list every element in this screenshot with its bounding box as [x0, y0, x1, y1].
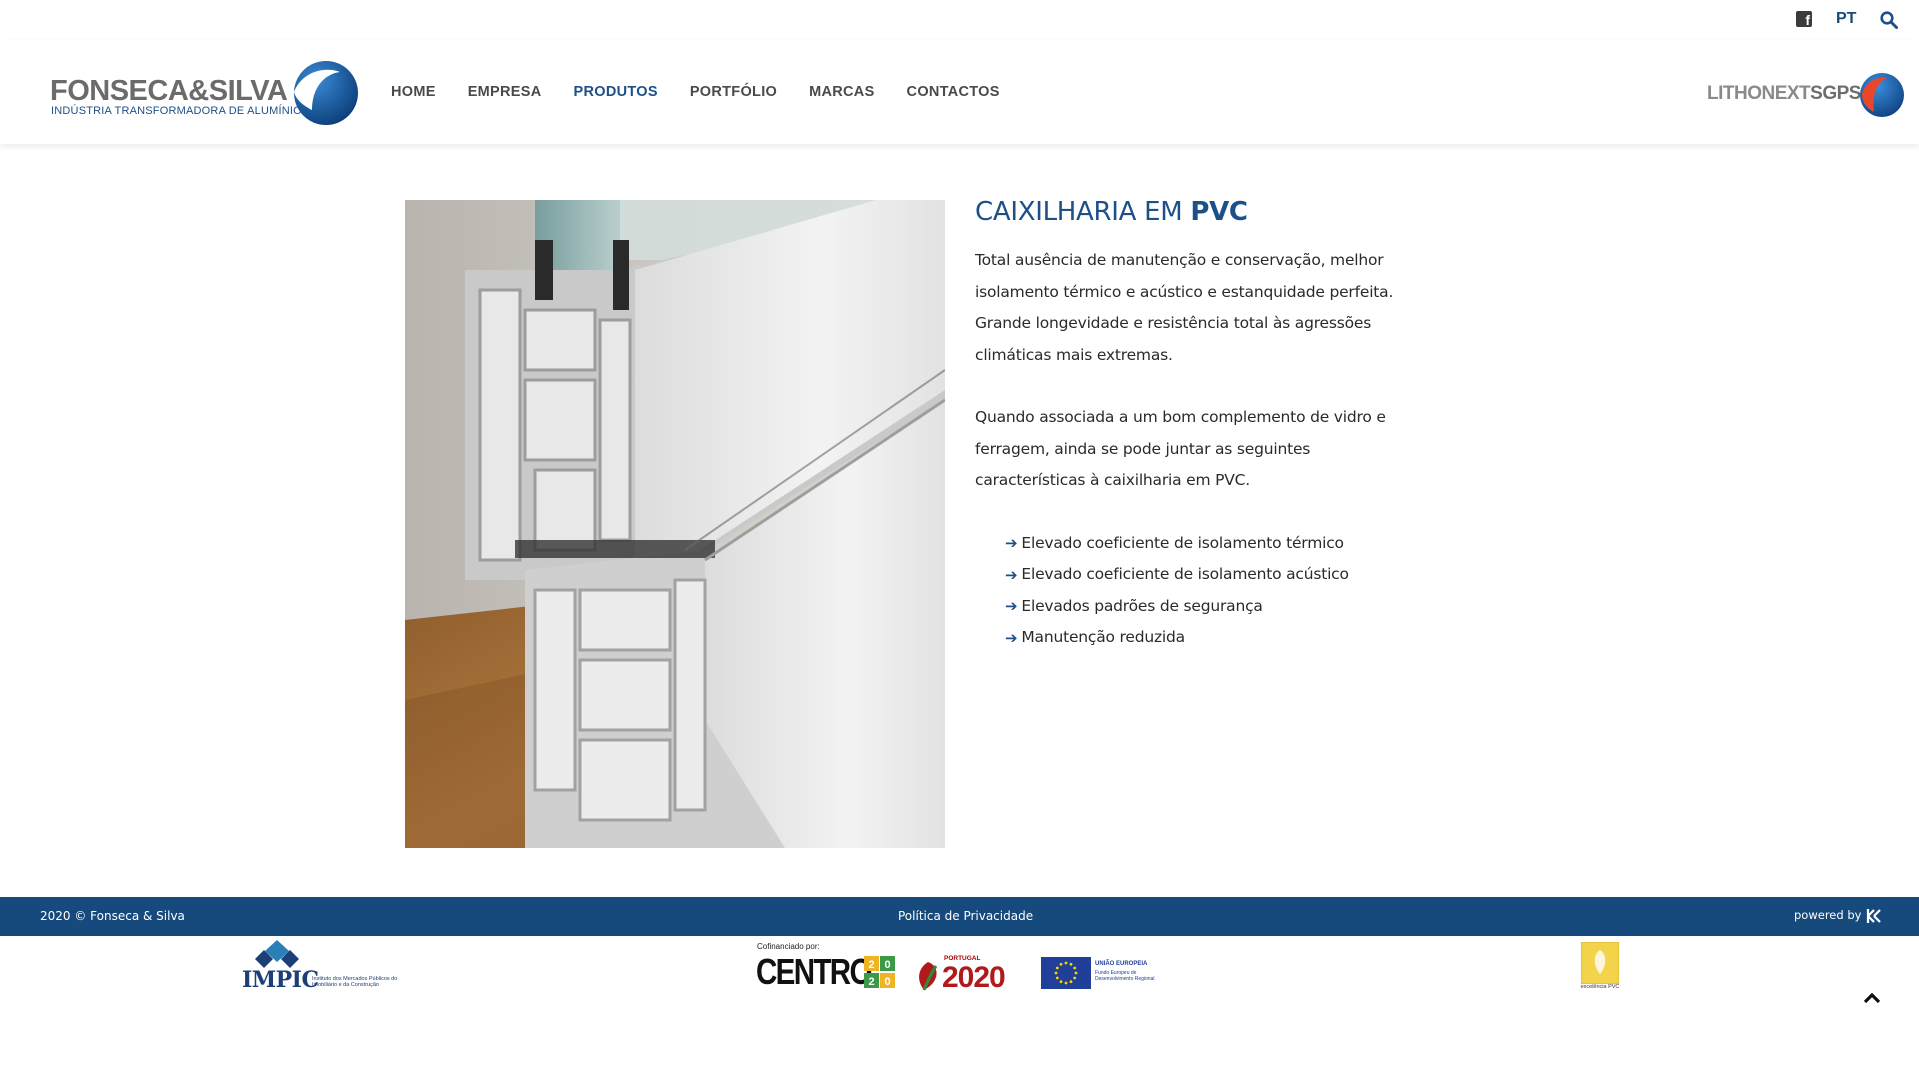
svg-text:2: 2	[868, 959, 874, 971]
nav-home[interactable]: HOME	[391, 84, 436, 100]
list-item: ➔ Elevado coeficiente de isolamento térmi…	[1005, 528, 1425, 560]
fonseca-silva-logo[interactable]: FONSECA&SILVA INDÚSTRIA TRANSFORMADORA D…	[50, 58, 360, 128]
copyright: 2020 © Fonseca & Silva	[40, 909, 185, 923]
eu-feder-logo[interactable]: UNIÃO EUROPEIA Fundo Europeu de Desenvol…	[1041, 957, 1166, 989]
lithonext-text: LITHONEXTSGPS	[1707, 83, 1861, 105]
footer-bar: 2020 © Fonseca & Silva Política de Priva…	[0, 897, 1919, 936]
privacy-policy-link[interactable]: Política de Privacidade	[898, 909, 1033, 923]
search-icon[interactable]	[1880, 11, 1898, 29]
portugal2020-leaf-icon	[919, 962, 938, 991]
impic-logo[interactable]: IMPIC Instituto dos Mercados Públicos do…	[240, 940, 400, 996]
impic-diamond-icon	[255, 940, 299, 968]
svg-text:0: 0	[884, 959, 890, 971]
centro-2020-grid-icon: 2 0 2 0	[864, 956, 895, 988]
arrow-right-icon: ➔	[1005, 565, 1018, 584]
feature-text: Manutenção reduzida	[1021, 628, 1185, 646]
svg-text:0: 0	[884, 976, 890, 988]
nav-produtos[interactable]: PRODUTOS	[574, 84, 658, 100]
arrow-right-icon: ➔	[1005, 534, 1018, 553]
back-to-top-chevron-up-icon[interactable]	[1862, 990, 1882, 1006]
page-title: CAIXILHARIA EM PVC	[975, 197, 1425, 227]
developer-logo-icon[interactable]	[1866, 907, 1882, 925]
lithonext-bold: SGPS	[1810, 83, 1861, 104]
pvc-badge-caption: excelência PVC	[1580, 984, 1620, 990]
lithonext-logo[interactable]: LITHONEXTSGPS	[1706, 70, 1906, 120]
list-item: ➔ Elevados padrões de segurança	[1005, 591, 1425, 623]
portugal2020-logo[interactable]: PORTUGAL 2020	[914, 954, 1024, 994]
eu-flag-icon	[1041, 957, 1091, 989]
title-normal: CAIXILHARIA EM	[975, 197, 1183, 227]
centro2020-logo[interactable]: Cofinanciado por: CENTRO 2 0 2 0	[756, 940, 896, 996]
svg-text:2: 2	[868, 976, 874, 988]
nav-contactos[interactable]: CONTACTOS	[907, 84, 1000, 100]
product-description: CAIXILHARIA EM PVC Total ausência de man…	[975, 197, 1425, 654]
site-header: FONSECA&SILVA INDÚSTRIA TRANSFORMADORA D…	[0, 40, 1919, 144]
eu-title: UNIÃO EUROPEIA	[1095, 961, 1148, 967]
portugal-year: 2020	[942, 961, 1006, 994]
paragraph-intro: Total ausência de manutenção e conservaç…	[975, 251, 1394, 364]
list-item: ➔ Elevado coeficiente de isolamento acúst…	[1005, 559, 1425, 591]
powered-by-link[interactable]: powered by	[1794, 908, 1861, 922]
impic-subtitle: Instituto dos Mercados Públicos do Imobi…	[312, 976, 398, 988]
feature-text: Elevados padrões de segurança	[1021, 596, 1263, 615]
lithonext-light: LITHONEXT	[1707, 83, 1811, 104]
arrow-right-icon: ➔	[1005, 628, 1018, 647]
feature-text: Elevado coeficiente de isolamento térmic…	[1021, 533, 1344, 552]
centro-caption: Cofinanciado por:	[757, 942, 820, 951]
centro-name: CENTRO	[756, 951, 872, 992]
logo-tagline: INDÚSTRIA TRANSFORMADORA DE ALUMÍNIO	[51, 105, 302, 117]
top-bar: PT	[0, 0, 1919, 40]
pvc-excellence-badge[interactable]: excelência PVC	[1579, 942, 1621, 992]
list-item: ➔ Manutenção reduzida	[1005, 622, 1425, 654]
nav-empresa[interactable]: EMPRESA	[468, 84, 542, 100]
nav-marcas[interactable]: MARCAS	[809, 84, 874, 100]
arrow-right-icon: ➔	[1005, 597, 1018, 616]
logo-globe-icon	[294, 61, 358, 125]
main-nav: HOME EMPRESA PRODUTOS PORTFÓLIO MARCAS C…	[391, 84, 1032, 100]
title-bold: PVC	[1190, 197, 1248, 227]
feature-list: ➔ Elevado coeficiente de isolamento térmi…	[1005, 528, 1425, 654]
pvc-window-profile-image	[405, 200, 945, 848]
eu-subtitle: Fundo Europeu de Desenvolvimento Regiona…	[1095, 970, 1155, 982]
logo-brand: FONSECA&SILVA	[50, 75, 288, 107]
language-switch[interactable]: PT	[1836, 10, 1856, 28]
nav-portfolio[interactable]: PORTFÓLIO	[690, 84, 777, 100]
feature-text: Elevado coeficiente de isolamento acústi…	[1021, 565, 1349, 583]
lithonext-ball-icon	[1860, 73, 1904, 117]
pvc-badge-icon	[1581, 942, 1619, 984]
paragraph-complement: Quando associada a um bom complemento de…	[975, 408, 1386, 489]
impic-name: IMPIC	[242, 967, 319, 993]
facebook-icon[interactable]	[1796, 11, 1812, 28]
